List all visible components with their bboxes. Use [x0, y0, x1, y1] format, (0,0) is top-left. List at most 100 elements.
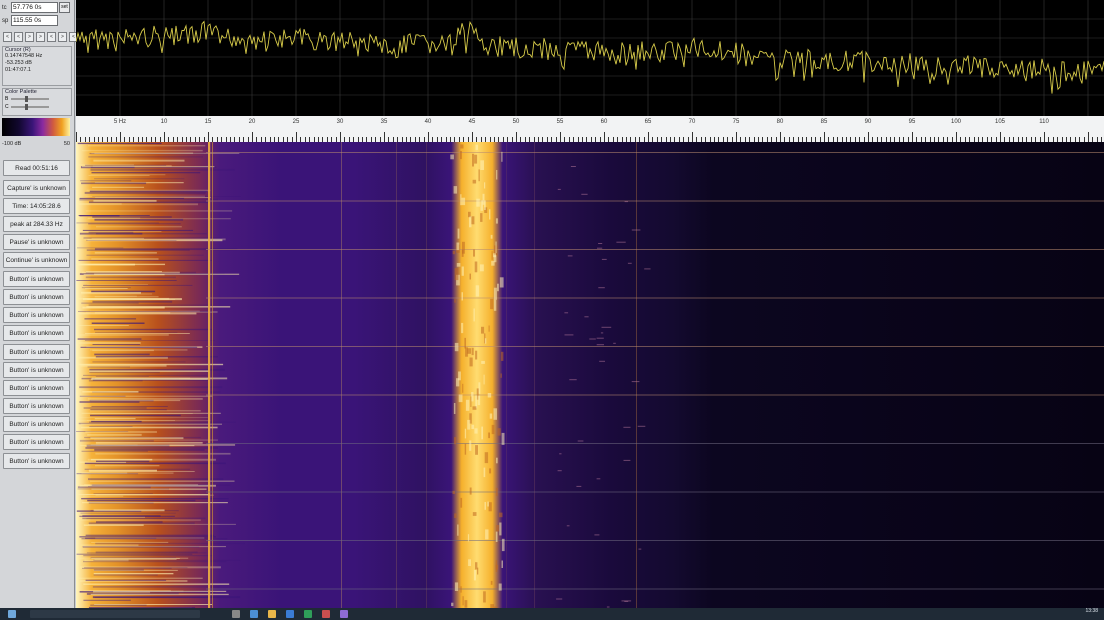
peak-button[interactable]: peak at 284.33 Hz	[3, 216, 70, 232]
read-button[interactable]: Read 00:51:16	[3, 160, 70, 176]
frequency-tick	[296, 132, 297, 142]
frequency-tick-label: 60	[600, 119, 608, 125]
waterfall-streak	[84, 567, 188, 569]
frequency-scale[interactable]: 5 Hz 10 15 20 25 30 35 40 45 50 55 60 65 70 75 80 85 90 95…	[76, 116, 1104, 143]
waterfall-band-texture	[450, 154, 454, 160]
waterfall-streak	[79, 417, 208, 418]
waterfall-band-texture	[499, 522, 502, 536]
waterfall-artifact	[564, 334, 574, 336]
waterfall-band-texture	[452, 250, 455, 255]
waterfall-band-texture	[464, 428, 467, 439]
waterfall-streak	[81, 502, 228, 504]
waterfall-artifact	[594, 534, 600, 536]
set-button[interactable]: set	[59, 2, 70, 13]
waterfall-band-texture	[453, 403, 456, 414]
frequency-tick-label: 20	[248, 119, 256, 125]
app-icon[interactable]	[340, 610, 348, 618]
waterfall-tone-line	[636, 142, 637, 608]
waterfall-streak	[87, 499, 196, 502]
user-button[interactable]: Button' is unknown	[3, 307, 70, 323]
waterfall-streak	[77, 263, 135, 266]
store-icon[interactable]	[286, 610, 294, 618]
brightness-slider[interactable]	[11, 96, 49, 102]
frequency-tick-label: 65	[644, 119, 652, 125]
start-icon[interactable]	[8, 610, 16, 618]
zoom-out-icon[interactable]: <	[47, 32, 56, 42]
continue-button[interactable]: Continue' is unknown	[3, 252, 70, 268]
scroll-left-icon[interactable]: <	[3, 32, 12, 42]
user-button[interactable]: Button' is unknown	[3, 344, 70, 360]
capture-button[interactable]: Capture' is unknown	[3, 180, 70, 196]
user-button[interactable]: Button' is unknown	[3, 453, 70, 469]
pause-button[interactable]: Pause' is unknown	[3, 234, 70, 250]
scroll-right-icon[interactable]: >	[36, 32, 45, 42]
user-button[interactable]: Button' is unknown	[3, 398, 70, 414]
waterfall-time-marker	[206, 152, 1104, 153]
scroll-right-icon[interactable]: >	[25, 32, 34, 42]
time-button[interactable]: Time: 14:05:28.6	[3, 198, 70, 214]
waterfall-band-texture	[481, 360, 485, 364]
user-button[interactable]: Button' is unknown	[3, 325, 70, 341]
waterfall-band-texture	[479, 264, 484, 272]
waterfall-band-texture	[483, 374, 485, 385]
edge-icon[interactable]	[250, 610, 258, 618]
frequency-tick	[912, 132, 913, 142]
spectrogram-waterfall[interactable]	[76, 142, 1104, 608]
waterfall-artifact	[598, 287, 605, 289]
waterfall-band-texture	[476, 198, 480, 207]
clock[interactable]: 13:38	[1085, 609, 1098, 614]
waterfall-band-texture	[490, 234, 493, 239]
waterfall-band-texture	[462, 596, 464, 606]
waterfall-streak	[81, 271, 180, 274]
waterfall-streak	[79, 445, 195, 447]
waterfall-streak	[83, 524, 144, 526]
waterfall-streak	[85, 164, 167, 166]
time-field[interactable]: 57.776 0s	[11, 2, 58, 13]
waterfall-band-texture	[454, 342, 459, 352]
waterfall-streak	[92, 344, 140, 345]
user-button[interactable]: Button' is unknown	[3, 380, 70, 396]
user-button[interactable]: Button' is unknown	[3, 289, 70, 305]
waterfall-artifact	[589, 338, 596, 340]
user-button[interactable]: Button' is unknown	[3, 362, 70, 378]
folder-icon[interactable]	[268, 610, 276, 618]
waterfall-streak	[95, 356, 218, 358]
span-field[interactable]: 115.55 0s	[11, 15, 58, 26]
color-palette-group: Color Palette B C	[2, 88, 72, 116]
frequency-tick	[472, 132, 473, 142]
waterfall-streak	[79, 536, 216, 538]
zoom-in-icon[interactable]: >	[58, 32, 67, 42]
waterfall-streak	[95, 233, 207, 235]
search-box[interactable]	[30, 610, 200, 618]
waterfall-band-texture	[474, 261, 478, 273]
user-button[interactable]: Button' is unknown	[3, 434, 70, 450]
waterfall-artifact	[616, 241, 626, 243]
app-icon[interactable]	[304, 610, 312, 618]
contrast-slider[interactable]	[11, 104, 49, 110]
spectrum-display[interactable]	[75, 0, 1104, 116]
waterfall-band-texture	[475, 562, 478, 570]
waterfall-streak	[76, 280, 177, 281]
app-icon[interactable]	[322, 610, 330, 618]
waterfall-band-texture	[468, 211, 471, 218]
waterfall-band-texture	[469, 273, 471, 280]
waterfall-streak	[91, 406, 168, 407]
user-button[interactable]: Button' is unknown	[3, 416, 70, 432]
waterfall-band-texture	[500, 373, 502, 378]
waterfall-band-texture	[495, 218, 498, 224]
waterfall-streak	[90, 409, 167, 411]
waterfall-streak	[86, 254, 204, 256]
user-button[interactable]: Button' is unknown	[3, 271, 70, 287]
waterfall-streak	[81, 166, 215, 168]
waterfall-streak	[88, 304, 213, 306]
waterfall-artifact	[596, 344, 604, 346]
waterfall-artifact	[557, 188, 561, 190]
waterfall-band-texture	[491, 251, 493, 260]
waterfall-streak	[85, 288, 128, 289]
waterfall-artifact	[623, 426, 631, 428]
waterfall-band-texture	[461, 322, 464, 334]
waterfall-band-texture	[461, 266, 464, 276]
scroll-left-icon[interactable]: <	[14, 32, 23, 42]
task-view-icon[interactable]	[232, 610, 240, 618]
waterfall-streak	[94, 448, 205, 451]
